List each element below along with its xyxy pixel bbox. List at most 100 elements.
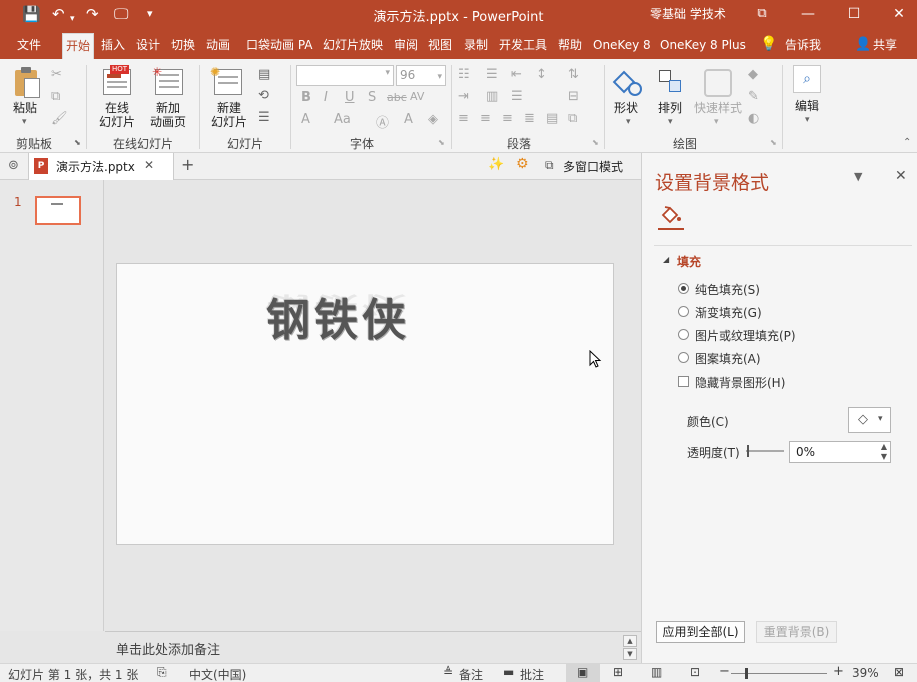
radio-pattern-fill[interactable] <box>678 352 689 363</box>
tell-me-search[interactable]: 告诉我 <box>782 33 824 59</box>
collapse-ribbon-icon[interactable]: ⌃ <box>903 137 911 148</box>
option-gradient-fill[interactable]: 渐变填充(G) <box>695 304 762 321</box>
layout-icon[interactable]: ▤ <box>258 67 270 82</box>
slide-sorter-icon[interactable]: ⊞ <box>613 665 623 679</box>
paste-dropdown-icon[interactable]: ▾ <box>22 117 27 127</box>
find-icon[interactable]: ⌕ <box>793 65 821 93</box>
decrease-indent-icon[interactable]: ⇤ <box>511 67 522 82</box>
fit-to-window-icon[interactable]: ⊠ <box>894 665 904 679</box>
comments-toggle[interactable]: 批注 <box>520 666 544 682</box>
shape-fill-icon[interactable]: ◆ <box>748 67 758 82</box>
tab-slideshow[interactable]: 幻灯片放映 <box>320 33 386 59</box>
notes-toggle-icon[interactable]: ≜ <box>443 665 453 679</box>
close-tab-icon[interactable]: ✕ <box>144 158 154 172</box>
new-slide-button[interactable]: 新建 幻灯片 <box>204 101 254 129</box>
paragraph-launcher-icon[interactable]: ⬊ <box>592 138 599 147</box>
settings-gear-icon[interactable]: ⚙ <box>516 156 529 172</box>
arrange-button[interactable]: 排列 <box>658 101 682 115</box>
align-text-icon[interactable]: ☰ <box>511 89 523 104</box>
tab-animations[interactable]: 动画 <box>203 33 233 59</box>
notes-toggle[interactable]: 备注 <box>459 666 483 682</box>
tab-record[interactable]: 录制 <box>461 33 491 59</box>
arrange-icon[interactable] <box>657 68 685 98</box>
bullets-icon[interactable]: ☷ <box>458 67 470 82</box>
hide-background-label[interactable]: 隐藏背景图形(H) <box>695 374 785 391</box>
fill-category-icon[interactable] <box>658 204 684 230</box>
redo-icon[interactable]: ↷ <box>86 4 99 24</box>
pane-options-icon[interactable]: ▼ <box>854 170 862 183</box>
drawing-launcher-icon[interactable]: ⬊ <box>770 138 777 147</box>
minimize-button[interactable]: — <box>785 0 831 30</box>
change-case-icon[interactable]: Aa <box>334 112 351 127</box>
spin-up-icon[interactable]: ▲ <box>881 442 887 451</box>
clear-formatting-icon[interactable]: Ⓐ <box>376 112 389 131</box>
magic-icon[interactable]: ✨ <box>488 157 504 172</box>
tab-list-icon[interactable]: ⊚ <box>8 158 19 173</box>
slideshow-view-icon[interactable]: ⊡ <box>690 665 700 679</box>
zoom-level[interactable]: 39% <box>852 666 879 680</box>
language-indicator[interactable]: 中文(中国) <box>189 666 246 682</box>
radio-solid-fill[interactable] <box>678 283 689 294</box>
chevron-down-icon[interactable]: ▾ <box>805 115 810 125</box>
radio-picture-fill[interactable] <box>678 329 689 340</box>
spell-check-icon[interactable]: ⎘ <box>157 665 167 680</box>
tab-pocket-animation[interactable]: 口袋动画 PA <box>243 33 316 59</box>
zoom-out-icon[interactable]: − <box>719 664 730 679</box>
option-picture-fill[interactable]: 图片或纹理填充(P) <box>695 327 796 344</box>
notes-placeholder[interactable]: 单击此处添加备注 <box>116 639 220 658</box>
reading-view-icon[interactable]: ▥ <box>651 665 662 679</box>
copy-icon[interactable]: ⧉ <box>51 89 60 104</box>
transparency-slider-thumb[interactable] <box>747 445 749 457</box>
italic-icon[interactable]: I <box>324 90 328 105</box>
undo-icon[interactable]: ↶ <box>52 4 65 24</box>
section-collapse-icon[interactable]: ◢ <box>663 255 669 264</box>
quick-styles-button[interactable]: 快速样式 <box>694 101 742 115</box>
tab-onekey8[interactable]: OneKey 8 <box>590 33 654 59</box>
align-text-vertical-icon[interactable]: ⊟ <box>568 89 579 104</box>
font-launcher-icon[interactable]: ⬊ <box>438 138 445 147</box>
text-shadow-icon[interactable]: S <box>368 90 376 105</box>
shapes-button[interactable]: 形状 <box>614 101 638 115</box>
option-pattern-fill[interactable]: 图案填充(A) <box>695 350 761 367</box>
ribbon-display-options-icon[interactable]: ⧉ <box>739 0 785 30</box>
notes-pane[interactable]: 单击此处添加备注 ▲ ▼ <box>105 631 641 663</box>
cut-icon[interactable]: ✂ <box>51 67 62 82</box>
tab-transitions[interactable]: 切换 <box>168 33 198 59</box>
fill-section-header[interactable]: 填充 <box>677 253 701 270</box>
new-animation-page-button[interactable]: 新加 动画页 <box>143 101 193 129</box>
highlight-icon[interactable]: ◈ <box>428 112 438 127</box>
tab-help[interactable]: 帮助 <box>555 33 585 59</box>
line-spacing-icon[interactable]: ↕ <box>536 67 547 82</box>
spin-down-icon[interactable]: ▼ <box>881 452 887 461</box>
smartart-icon[interactable]: ⧉ <box>568 111 577 126</box>
start-from-beginning-icon[interactable]: 🖵 <box>114 4 128 24</box>
close-button[interactable]: ✕ <box>876 0 917 30</box>
character-spacing-icon[interactable]: AV <box>410 90 424 103</box>
customize-qat-icon[interactable]: ▾ <box>147 4 153 24</box>
zoom-in-icon[interactable]: + <box>833 664 844 679</box>
new-tab-icon[interactable]: + <box>181 155 194 174</box>
tab-view[interactable]: 视图 <box>425 33 455 59</box>
transparency-slider-track[interactable] <box>746 450 784 452</box>
quick-styles-icon[interactable] <box>704 69 732 97</box>
tab-review[interactable]: 审阅 <box>391 33 421 59</box>
font-name-combo[interactable]: ▾ <box>296 65 394 86</box>
apply-to-all-button[interactable]: 应用到全部(L) <box>656 621 745 643</box>
section-icon[interactable]: ☰ <box>258 110 270 125</box>
bold-icon[interactable]: B <box>301 90 311 105</box>
option-solid-fill[interactable]: 纯色填充(S) <box>695 281 760 298</box>
align-center-icon[interactable]: ≡ <box>480 111 491 126</box>
document-tab[interactable]: P 演示方法.pptx ✕ <box>28 153 174 180</box>
hide-background-checkbox[interactable] <box>678 376 689 387</box>
scroll-down-icon[interactable]: ▼ <box>623 648 637 660</box>
online-slides-button[interactable]: 在线 幻灯片 <box>93 101 141 129</box>
shape-effects-icon[interactable]: ◐ <box>748 111 759 126</box>
multi-window-mode-button[interactable]: 多窗口模式 <box>563 158 623 175</box>
strikethrough-icon[interactable]: abc <box>387 91 407 104</box>
justify-icon[interactable]: ≣ <box>524 111 535 126</box>
font-size-combo[interactable]: 96 ▾ <box>396 65 446 86</box>
scroll-up-icon[interactable]: ▲ <box>623 635 637 647</box>
undo-dropdown-icon[interactable]: ▾ <box>70 9 75 29</box>
user-name[interactable]: 零基础 学技术 <box>650 5 726 22</box>
align-right-icon[interactable]: ≡ <box>502 111 513 126</box>
